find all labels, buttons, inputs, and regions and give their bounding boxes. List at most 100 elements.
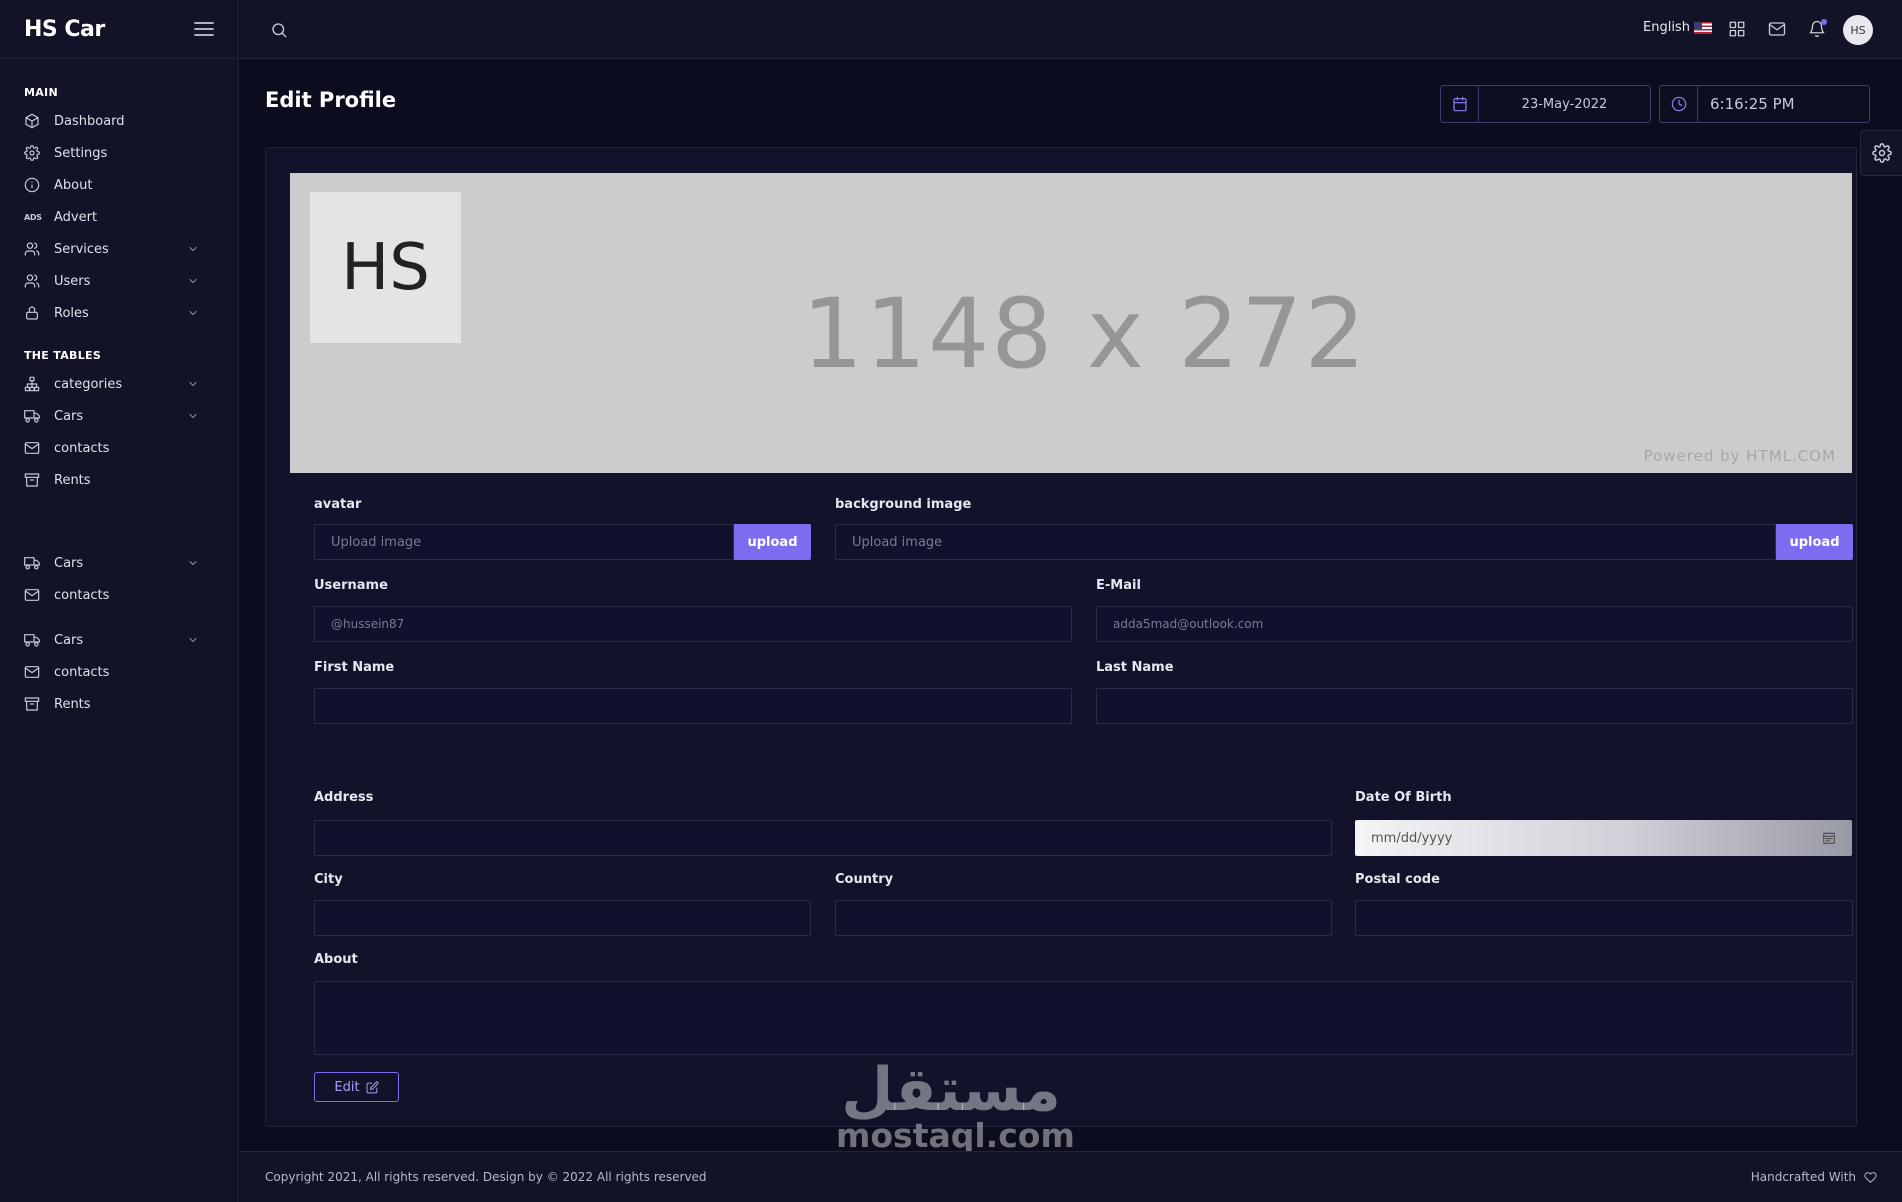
sidebar-item-label: contacts	[54, 440, 110, 456]
sidebar-item-contacts-2[interactable]: contacts	[0, 579, 239, 611]
mail-icon	[24, 666, 40, 678]
language-selector[interactable]: English	[1643, 20, 1712, 35]
sidebar-item-contacts-3[interactable]: contacts	[0, 656, 239, 688]
heart-icon	[1864, 1171, 1877, 1183]
users-icon	[24, 274, 40, 288]
sidebar-item-cars[interactable]: Cars	[0, 400, 239, 432]
calendar-icon[interactable]	[1822, 831, 1836, 845]
dob-input[interactable]: mm/dd/yyyy	[1355, 820, 1852, 856]
city-input[interactable]	[314, 900, 811, 936]
avatar-preview: HS	[310, 192, 461, 343]
background-image-preview: 1148 x 272 Powered by HTML.COM	[290, 173, 1852, 473]
dob-label: Date Of Birth	[1355, 790, 1452, 805]
email-label: E-Mail	[1096, 578, 1141, 593]
chevron-down-icon	[189, 247, 197, 251]
mail-icon[interactable]	[1768, 20, 1786, 38]
section-main: MAIN	[24, 86, 58, 99]
truck-icon	[24, 634, 40, 647]
time-value: 6:16:25 PM	[1710, 95, 1795, 113]
mail-icon	[24, 442, 40, 454]
watermark: مستقل mostaql.com	[836, 1060, 1075, 1155]
background-image-label: background image	[835, 497, 972, 512]
truck-icon	[24, 557, 40, 570]
sidebar-item-label: contacts	[54, 664, 110, 680]
email-input[interactable]	[1096, 606, 1853, 642]
avatar-label: avatar	[314, 497, 362, 512]
sidebar-item-about[interactable]: About	[0, 169, 239, 201]
chevron-down-icon	[189, 561, 197, 565]
footer-copyright: Copyright 2021, All rights reserved. Des…	[265, 1170, 707, 1184]
sidebar-item-rents[interactable]: Rents	[0, 464, 239, 496]
lock-icon	[26, 306, 38, 320]
info-icon	[24, 177, 40, 193]
us-flag-icon	[1693, 21, 1712, 34]
username-input[interactable]	[314, 606, 1072, 642]
edit-icon	[366, 1081, 379, 1093]
postal-code-label: Postal code	[1355, 872, 1440, 887]
sidebar-item-categories[interactable]: categories	[0, 368, 239, 400]
watermark-latin: mostaql.com	[836, 1116, 1075, 1155]
footer: Copyright 2021, All rights reserved. Des…	[240, 1151, 1902, 1202]
first-name-input[interactable]	[314, 688, 1072, 724]
banner-powered-text: Powered by HTML.COM	[1643, 447, 1836, 465]
avatar-upload-button[interactable]: upload	[734, 524, 811, 560]
page-title: Edit Profile	[265, 88, 397, 112]
gear-icon	[1871, 143, 1892, 163]
edit-button[interactable]: Edit	[314, 1072, 399, 1102]
sidebar-item-advert[interactable]: ADS Advert	[0, 201, 239, 233]
search-icon[interactable]	[270, 21, 288, 39]
chevron-down-icon	[189, 638, 197, 642]
about-label: About	[314, 952, 358, 967]
chevron-down-icon	[189, 311, 197, 315]
sidebar-item-label: Rents	[54, 696, 91, 712]
time-icon-wrap	[1660, 86, 1698, 122]
avatar-upload-input[interactable]	[314, 524, 734, 560]
sidebar-item-roles[interactable]: Roles	[0, 297, 239, 329]
sidebar-item-dashboard[interactable]: Dashboard	[0, 105, 239, 137]
first-name-label: First Name	[314, 660, 395, 675]
country-input[interactable]	[835, 900, 1332, 936]
about-textarea[interactable]	[314, 981, 1853, 1055]
sidebar-item-services[interactable]: Services	[0, 233, 239, 265]
sidebar-item-label: Services	[54, 241, 109, 257]
language-label: English	[1643, 20, 1690, 35]
avatar[interactable]: HS	[1843, 15, 1873, 45]
dob-placeholder: mm/dd/yyyy	[1371, 830, 1453, 846]
sidebar-item-cars-2[interactable]: Cars	[0, 547, 239, 579]
sidebar-item-users[interactable]: Users	[0, 265, 239, 297]
background-upload-input[interactable]	[835, 524, 1776, 560]
theme-settings-button[interactable]	[1860, 130, 1902, 176]
sidebar-item-label: Cars	[54, 632, 84, 648]
sidebar-item-contacts[interactable]: contacts	[0, 432, 239, 464]
archive-icon	[24, 473, 40, 487]
sidebar-item-settings[interactable]: Settings	[0, 137, 239, 169]
gear-icon	[24, 145, 40, 161]
sidebar-item-rents-3[interactable]: Rents	[0, 688, 239, 720]
menu-toggle-icon[interactable]	[194, 21, 214, 37]
grid-icon[interactable]	[1728, 20, 1746, 38]
last-name-input[interactable]	[1096, 688, 1853, 724]
address-input[interactable]	[314, 820, 1332, 856]
sidebar-item-label: Cars	[54, 408, 84, 424]
section-tables: THE TABLES	[24, 349, 102, 362]
users-icon	[24, 242, 40, 256]
postal-code-input[interactable]	[1355, 900, 1853, 936]
address-label: Address	[314, 790, 374, 805]
cube-icon	[25, 113, 39, 129]
date-value: 23-May-2022	[1521, 96, 1608, 112]
sidebar-item-label: Cars	[54, 555, 84, 571]
sidebar: HS Car MAIN Dashboard Settings About ADS…	[0, 0, 239, 1202]
sidebar-item-label: Settings	[54, 145, 108, 161]
truck-icon	[24, 410, 40, 423]
date-icon-wrap	[1441, 86, 1479, 122]
archive-icon	[24, 697, 40, 711]
sidebar-item-cars-3[interactable]: Cars	[0, 624, 239, 656]
sidebar-brand: HS Car	[0, 0, 238, 59]
sidebar-item-label: contacts	[54, 587, 110, 603]
topbar: English HS	[240, 0, 1902, 59]
notifications-button[interactable]	[1808, 19, 1827, 38]
clock-icon	[1671, 96, 1686, 112]
sidebar-item-label: Dashboard	[54, 113, 125, 129]
background-upload-button[interactable]: upload	[1776, 524, 1853, 560]
banner-size-text: 1148 x 272	[802, 278, 1368, 390]
